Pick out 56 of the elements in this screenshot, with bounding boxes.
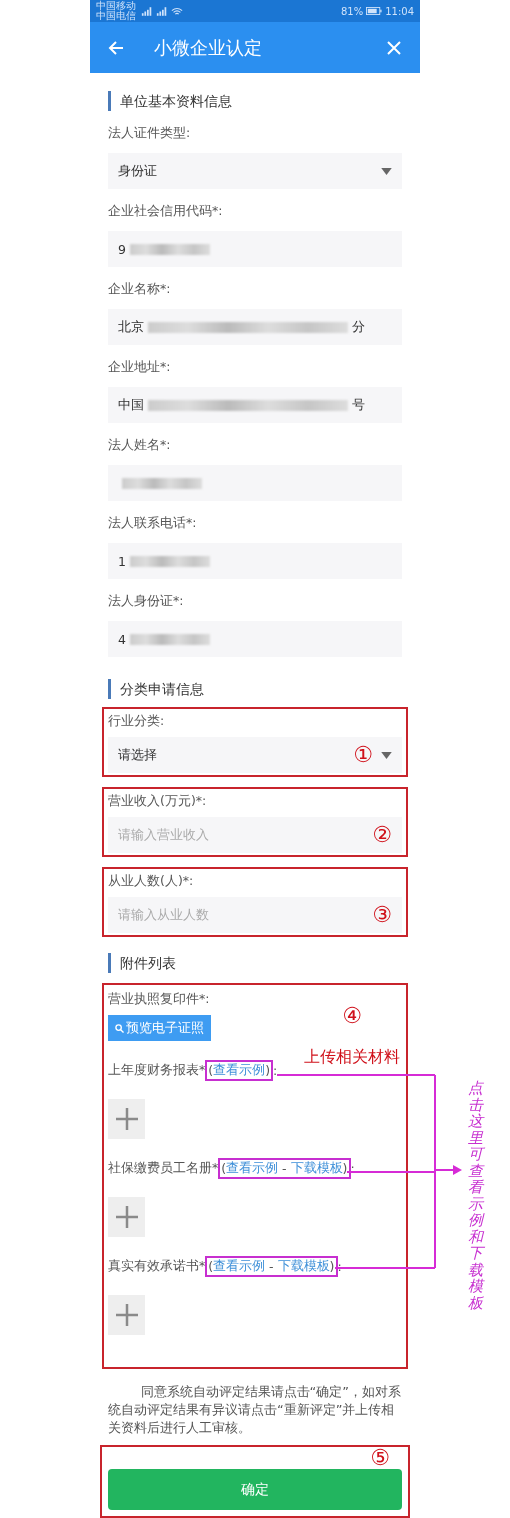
- field-label: 法人联系电话*:: [108, 514, 198, 532]
- select-field[interactable]: 身份证: [108, 153, 402, 189]
- link-punctuation: (: [208, 1063, 214, 1078]
- example-link[interactable]: 查看示例: [213, 1258, 266, 1275]
- page-title: 小微企业认定: [154, 35, 262, 60]
- link-punctuation: ): [342, 1161, 348, 1176]
- example-link[interactable]: 查看示例: [226, 1160, 279, 1177]
- callout-text: 点击这里可查看示例和下载模板: [468, 1080, 483, 1311]
- annotation-number: ②: [372, 824, 392, 846]
- label-colon: :: [350, 1161, 355, 1176]
- example-link[interactable]: 下载模板: [277, 1258, 330, 1275]
- confirm-button[interactable]: 确定: [108, 1469, 402, 1510]
- input-field[interactable]: 4: [108, 621, 402, 657]
- field-label: 从业人数(人)*:: [108, 872, 195, 890]
- input-field[interactable]: 9: [108, 231, 402, 267]
- section-title: 附件列表: [108, 953, 402, 973]
- example-link[interactable]: 查看示例: [213, 1062, 266, 1079]
- select-field[interactable]: 请选择 ①: [108, 737, 402, 773]
- field-label: 企业社会信用代码*:: [108, 202, 224, 220]
- input-field[interactable]: 1: [108, 543, 402, 579]
- link-punctuation: -: [281, 1161, 288, 1176]
- link-punctuation: ): [329, 1259, 335, 1274]
- field-label: 法人身份证*:: [108, 592, 185, 610]
- carrier-name: 中国电信: [96, 11, 136, 21]
- field-label: 上年度财务报表*: [108, 1062, 206, 1079]
- clock: 11:04: [385, 5, 414, 17]
- field-label: 企业名称*:: [108, 280, 172, 298]
- field-label: 法人证件类型:: [108, 124, 192, 142]
- link-punctuation: ): [265, 1063, 271, 1078]
- input-field[interactable]: 请输入从业人数 ③: [108, 897, 402, 933]
- link-punctuation: (: [221, 1161, 227, 1176]
- field-label: 行业分类:: [108, 712, 166, 730]
- field-label: 企业地址*:: [108, 358, 172, 376]
- carrier-name: 中国移动: [96, 1, 136, 11]
- preview-button[interactable]: 预览电子证照: [108, 1015, 211, 1041]
- field-label: 营业执照复印件*:: [108, 990, 211, 1008]
- annotation-number: ③: [372, 904, 392, 926]
- link-punctuation: -: [268, 1259, 275, 1274]
- label-colon: :: [273, 1063, 278, 1078]
- field-label: 真实有效承诺书*: [108, 1258, 206, 1275]
- example-link[interactable]: 下载模板: [290, 1160, 343, 1177]
- section-title: 单位基本资料信息: [108, 91, 402, 111]
- label-colon: :: [337, 1259, 342, 1274]
- field-label: 营业收入(万元)*:: [108, 792, 208, 810]
- input-field[interactable]: 中国 号: [108, 387, 402, 423]
- annotation-number: ④: [342, 1005, 362, 1027]
- battery-percent: 81%: [340, 5, 364, 17]
- field-label: 社保缴费员工名册*: [108, 1160, 219, 1177]
- link-punctuation: (: [208, 1259, 214, 1274]
- annotation-note: 上传相关材料: [304, 1047, 400, 1068]
- input-field[interactable]: 请输入营业收入 ②: [108, 817, 402, 853]
- input-field[interactable]: 北京 分: [108, 309, 402, 345]
- annotation-number: ①: [353, 744, 373, 766]
- section-title: 分类申请信息: [108, 679, 402, 699]
- notice-text: 同意系统自动评定结果请点击“确定”，如对系统自动评定结果有异议请点击“重新评定”并上传相关资料后进行人工审核。: [108, 1383, 402, 1437]
- field-label: 法人姓名*:: [108, 436, 172, 454]
